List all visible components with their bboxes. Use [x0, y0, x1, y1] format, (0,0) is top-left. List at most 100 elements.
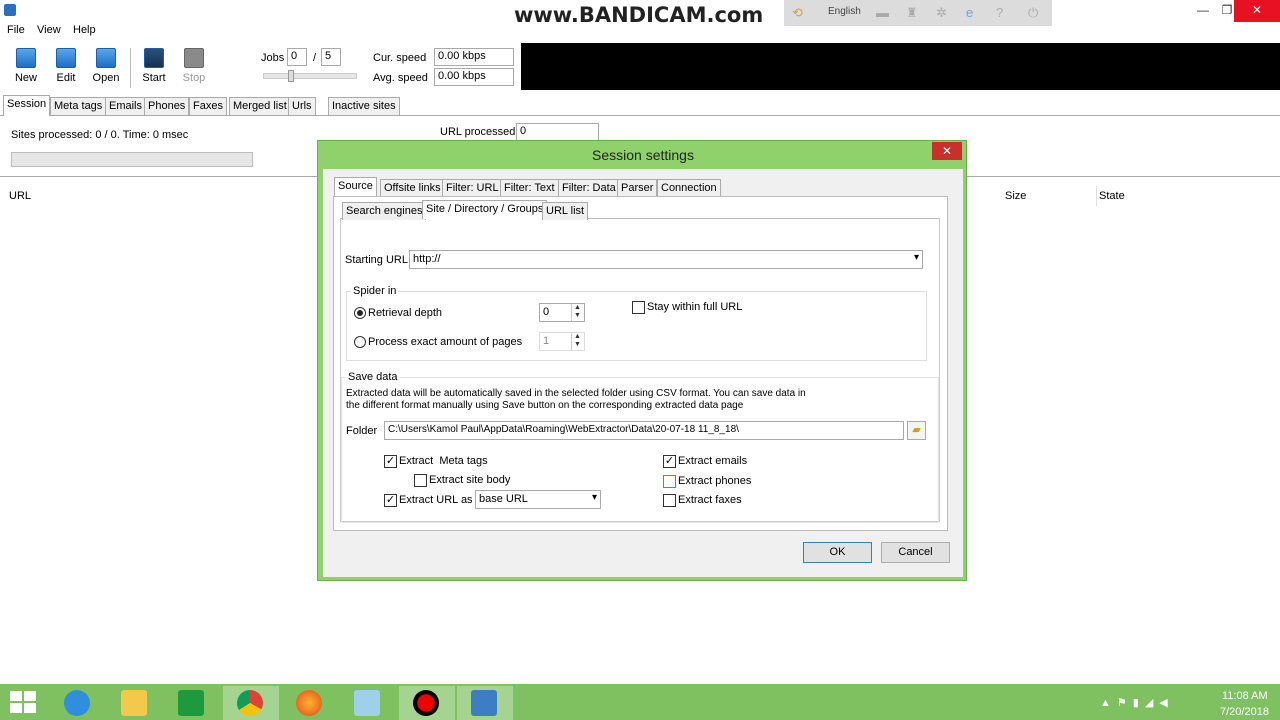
stay-within-checkbox[interactable] [632, 301, 645, 314]
chevron-down-icon[interactable]: ▾ [914, 252, 919, 263]
extract-body-checkbox[interactable] [414, 474, 427, 487]
tab-phones[interactable]: Phones [144, 97, 190, 115]
folder-input[interactable]: C:\Users\Kamol Paul\AppData\Roaming\WebE… [384, 421, 904, 440]
extract-emails-checkbox[interactable]: ✓ [663, 455, 676, 468]
tab-emails[interactable]: Emails [105, 97, 147, 115]
jobs-max-input[interactable]: 5 [321, 48, 341, 66]
jobs-slider[interactable] [263, 70, 357, 82]
retrieval-depth-radio[interactable] [354, 307, 366, 319]
browse-folder-button[interactable]: ▰ [907, 421, 926, 440]
taskbar-chrome[interactable] [223, 686, 279, 720]
column-state[interactable]: State [1099, 190, 1125, 202]
taskbar-store[interactable] [164, 686, 220, 720]
tray-icons[interactable]: ▲⚑▮◢◀ [1100, 696, 1174, 709]
power-icon: ⏻ [1028, 5, 1039, 20]
menu-file[interactable]: File [7, 24, 25, 36]
exact-pages-label: Process exact amount of pages [368, 336, 523, 348]
extract-phones-checkbox[interactable] [663, 475, 676, 488]
taskbar-firefox[interactable] [282, 686, 338, 720]
tab-faxes[interactable]: Faxes [189, 97, 227, 115]
start-windows-icon[interactable] [10, 691, 36, 713]
taskbar-bandicam[interactable] [399, 686, 455, 720]
url-as-select[interactable]: base URL ▾ [475, 490, 601, 509]
battery-icon[interactable]: ▮ [1133, 697, 1145, 709]
close-button[interactable]: ✕ [1234, 0, 1280, 22]
starting-url-value: http:// [413, 253, 441, 265]
extract-meta-checkbox[interactable]: ✓ [384, 455, 397, 468]
extract-faxes-label: Extract faxes [678, 494, 742, 506]
taskbar-app[interactable] [340, 686, 396, 720]
tab-session[interactable]: Session [3, 95, 51, 116]
retrieval-depth-spinner[interactable]: 0 ▲ ▼ [539, 303, 585, 322]
tray-date[interactable]: 7/20/2018 [1220, 706, 1269, 718]
avg-speed-value: 0.00 kbps [434, 68, 514, 86]
open-button[interactable]: Open [88, 48, 124, 88]
exact-pages-spinner[interactable]: 1 ▲ ▼ [539, 332, 585, 351]
new-button[interactable]: New [8, 48, 44, 88]
tab-filter-data[interactable]: Filter: Data [558, 179, 620, 197]
firefox-icon [296, 690, 322, 716]
menu-view[interactable]: View [37, 24, 61, 36]
bandicam-watermark: www.BANDICAM.com [514, 3, 764, 27]
taskbar-explorer[interactable] [107, 686, 163, 720]
show-hidden-icon[interactable]: ▲ [1100, 697, 1117, 709]
save-data-desc-2: the different format manually using Save… [346, 400, 744, 411]
edit-button[interactable]: Edit [48, 48, 84, 88]
spinner-arrows-icon[interactable]: ▲ ▼ [571, 333, 583, 350]
taskbar-webextractor[interactable] [457, 686, 513, 720]
tab-source[interactable]: Source [334, 177, 377, 197]
extract-url-checkbox[interactable]: ✓ [384, 494, 397, 507]
tab-filter-text[interactable]: Filter: Text [500, 179, 559, 197]
toolbar-separator [130, 48, 131, 88]
help-icon: ? [996, 5, 1004, 20]
cur-speed-value: 0.00 kbps [434, 48, 514, 66]
tab-filter-url[interactable]: Filter: URL [442, 179, 503, 197]
start-button[interactable]: Start [136, 48, 172, 88]
browser-icon: e [966, 5, 974, 20]
tab-offsite-links[interactable]: Offsite links [380, 179, 445, 197]
file-explorer-icon [121, 690, 147, 716]
stop-button[interactable]: Stop [176, 48, 212, 88]
exact-pages-radio[interactable] [354, 336, 366, 348]
ok-button[interactable]: OK [803, 542, 872, 563]
web-extractor-icon [471, 690, 497, 716]
tab-urls[interactable]: Urls [288, 97, 316, 115]
retrieval-depth-label: Retrieval depth [368, 307, 442, 319]
stay-within-label: Stay within full URL [647, 301, 743, 313]
start-label: Start [142, 72, 166, 84]
dialog-close-button[interactable]: ✕ [932, 142, 962, 160]
starting-url-combo[interactable]: http:// ▾ [409, 250, 923, 269]
dialog-body: Source Offsite links Filter: URL Filter:… [323, 169, 963, 577]
jobs-slider-thumb[interactable] [288, 70, 294, 82]
column-url[interactable]: URL [9, 190, 31, 202]
tab-merged-list[interactable]: Merged list [229, 97, 291, 115]
url-processed-label: URL processed [440, 126, 516, 138]
tab-parser[interactable]: Parser [617, 179, 658, 197]
avg-speed-label: Avg. speed [373, 72, 428, 84]
spinner-arrows-icon[interactable]: ▲ ▼ [571, 304, 583, 321]
jobs-separator: / [313, 52, 317, 64]
extract-meta-label: Extract Meta tags [399, 455, 488, 467]
network-icon[interactable]: ◢ [1145, 697, 1159, 709]
taskbar-ie[interactable] [50, 686, 106, 720]
subtab-site-directory-groups[interactable]: Site / Directory / Groups [422, 200, 548, 219]
cur-speed-label: Cur. speed [373, 52, 427, 64]
volume-icon[interactable]: ◀ [1159, 697, 1173, 709]
chrome-icon [237, 690, 263, 716]
starting-url-label: Starting URL [345, 254, 408, 266]
tab-connection[interactable]: Connection [657, 179, 721, 197]
jobs-input[interactable]: 0 [287, 48, 307, 66]
extract-faxes-checkbox[interactable] [663, 494, 676, 507]
chevron-down-icon[interactable]: ▾ [592, 492, 597, 503]
cancel-button[interactable]: Cancel [881, 542, 950, 563]
flag-icon[interactable]: ⚑ [1117, 697, 1133, 709]
menu-help[interactable]: Help [73, 24, 96, 36]
tray-time[interactable]: 11:08 AM [1222, 690, 1268, 702]
stamp-icon: ♜ [906, 5, 918, 20]
column-size[interactable]: Size [1005, 190, 1026, 202]
bandicam-toolbar: ⟲ English ▬ ♜ ✲ e ? ⏻ [784, 0, 1052, 26]
gear-icon: ✲ [936, 5, 947, 20]
tab-inactive-sites[interactable]: Inactive sites [328, 97, 400, 115]
tab-meta-tags[interactable]: Meta tags [50, 97, 107, 115]
internet-explorer-icon [64, 690, 90, 716]
